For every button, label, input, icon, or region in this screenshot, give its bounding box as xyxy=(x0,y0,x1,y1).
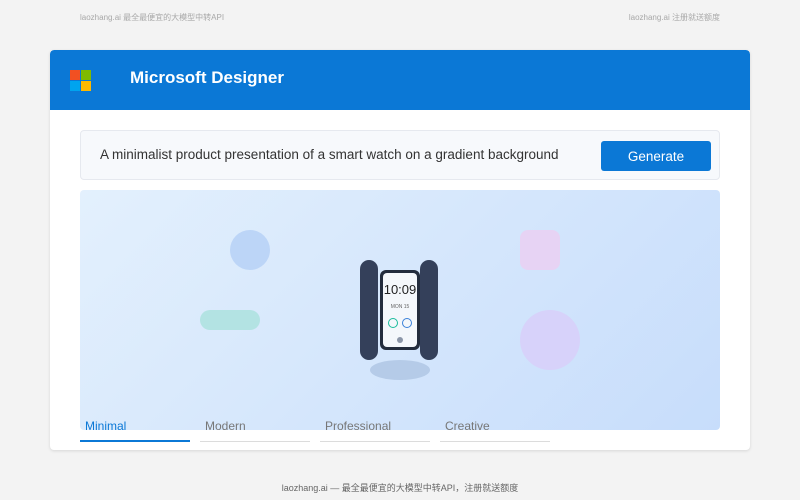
prompt-bar: A minimalist product presentation of a s… xyxy=(80,130,720,180)
decorative-pill xyxy=(200,310,260,330)
watch-date: MON 15 xyxy=(390,304,410,310)
decorative-circle-large xyxy=(520,310,580,370)
activity-ring-icon xyxy=(388,318,398,328)
decorative-circle xyxy=(230,230,270,270)
tab-professional[interactable]: Professional xyxy=(320,420,430,442)
design-preview: 10:09 MON 15 xyxy=(80,190,720,430)
designer-card: Microsoft Designer A minimalist product … xyxy=(50,50,750,450)
generate-button[interactable]: Generate xyxy=(601,141,711,171)
microsoft-logo-icon xyxy=(70,70,91,91)
smartwatch-icon: 10:09 MON 15 xyxy=(380,270,420,350)
watch-shadow xyxy=(370,360,430,380)
app-header: Microsoft Designer xyxy=(50,50,750,110)
app-title: Microsoft Designer xyxy=(130,68,284,87)
footer-text: laozhang.ai — 最全最便宜的大模型中转API，注册就送额度 xyxy=(281,483,519,493)
style-tabs: Minimal Modern Professional Creative xyxy=(80,420,720,442)
watch-time: 10:09 xyxy=(383,282,417,297)
tab-minimal[interactable]: Minimal xyxy=(80,420,190,442)
watch-strap-left xyxy=(360,260,378,360)
top-right-note: laozhang.ai 注册就送额度 xyxy=(628,13,720,22)
activity-ring-icon xyxy=(402,318,412,328)
watch-screen: 10:09 MON 15 xyxy=(383,273,417,347)
tab-modern[interactable]: Modern xyxy=(200,420,310,442)
watch-strap-right xyxy=(420,260,438,360)
decorative-square xyxy=(520,230,560,270)
watch-button-icon xyxy=(397,337,403,343)
tab-creative[interactable]: Creative xyxy=(440,420,550,442)
prompt-input[interactable]: A minimalist product presentation of a s… xyxy=(100,147,559,162)
top-left-note: laozhang.ai 最全最便宜的大模型中转API xyxy=(80,13,225,22)
